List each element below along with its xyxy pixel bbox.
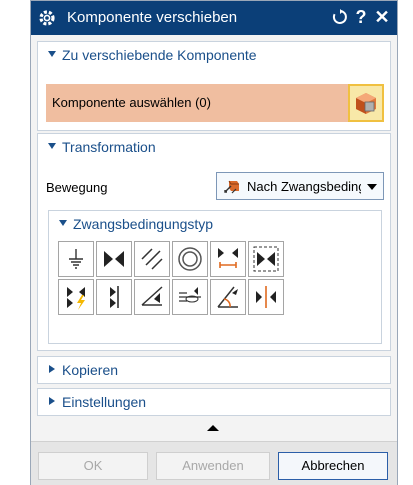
section-settings: Einstellungen xyxy=(37,388,391,416)
concentric-icon xyxy=(104,251,124,267)
chevron-down-icon xyxy=(59,220,67,226)
reset-button[interactable] xyxy=(330,6,350,28)
help-button[interactable]: ? xyxy=(351,6,371,28)
cancel-button[interactable]: Abbrechen xyxy=(278,452,388,480)
gear-icon xyxy=(39,10,55,26)
angle-icon xyxy=(179,287,201,303)
apply-button[interactable]: Anwenden xyxy=(156,452,270,480)
ok-button[interactable]: OK xyxy=(38,452,148,480)
parallel-icon xyxy=(218,248,238,268)
component-select-button[interactable] xyxy=(348,84,384,122)
tool-symmetric[interactable] xyxy=(248,279,284,315)
bond-icon xyxy=(110,286,119,308)
section-label: Zu verschiebende Komponente xyxy=(62,47,257,63)
tool-touch-align[interactable] xyxy=(58,241,94,277)
tool-concentric[interactable] xyxy=(96,241,132,277)
movement-dropdown[interactable]: Nach Zwangsbedingungen xyxy=(216,172,384,200)
chevron-down-icon xyxy=(48,143,56,149)
chevron-down-icon xyxy=(367,184,377,190)
tool-angle[interactable] xyxy=(172,279,208,315)
section-label: Zwangsbedingungstyp xyxy=(73,216,214,232)
movement-label: Bewegung xyxy=(46,180,108,195)
tool-parallel[interactable] xyxy=(210,241,246,277)
dialog-titlebar: Komponente verschieben ? ✕ xyxy=(31,1,397,35)
tool-align-lock[interactable] xyxy=(210,279,246,315)
tool-perpendicular[interactable] xyxy=(248,241,284,277)
tool-bond[interactable] xyxy=(96,279,132,315)
tool-fix[interactable] xyxy=(172,241,208,277)
cube-icon xyxy=(356,93,376,114)
tool-fit[interactable] xyxy=(58,279,94,315)
section-transformation: Transformation Bewegung Nach Zwangsbedin… xyxy=(37,133,391,351)
constraint-move-icon xyxy=(224,180,239,194)
symmetric-icon xyxy=(256,286,276,308)
section-header-constraint-type[interactable]: Zwangsbedingungstyp xyxy=(49,211,381,235)
dialog-title: Komponente verschieben xyxy=(67,9,238,26)
section-label: Kopieren xyxy=(62,362,119,378)
close-button[interactable]: ✕ xyxy=(372,6,392,28)
chevron-down-icon xyxy=(48,51,56,57)
tool-distance[interactable] xyxy=(134,241,170,277)
align-lock-icon xyxy=(217,286,238,308)
section-header-settings[interactable]: Einstellungen xyxy=(38,389,390,415)
center-icon xyxy=(141,286,163,306)
chevron-right-icon xyxy=(49,397,55,405)
fit-icon xyxy=(67,287,85,310)
dialog-footer: OK Anwenden Abbrechen xyxy=(31,441,397,485)
move-component-dialog: Komponente verschieben ? ✕ Zu verschiebe… xyxy=(30,0,398,485)
section-component-to-move: Zu verschiebende Komponente Komponente a… xyxy=(37,41,391,131)
section-label: Transformation xyxy=(62,139,156,155)
select-component-label: Komponente auswählen (0) xyxy=(52,95,211,110)
perpendicular-icon xyxy=(253,246,279,272)
distance-icon xyxy=(141,248,163,270)
section-copy: Kopieren xyxy=(37,356,391,384)
fix-icon xyxy=(178,247,202,271)
collapse-up-icon[interactable] xyxy=(207,425,219,431)
reset-icon xyxy=(332,9,347,24)
tool-center[interactable] xyxy=(134,279,170,315)
select-component-row[interactable]: Komponente auswählen (0) xyxy=(46,84,372,122)
constraint-type-panel: Zwangsbedingungstyp xyxy=(48,210,382,344)
movement-value: Nach Zwangsbedingungen xyxy=(247,179,361,194)
section-label: Einstellungen xyxy=(62,394,147,410)
touch-align-icon xyxy=(69,249,83,269)
section-header-transformation[interactable]: Transformation xyxy=(38,134,390,160)
section-header-copy[interactable]: Kopieren xyxy=(38,357,390,383)
chevron-right-icon xyxy=(49,365,55,373)
section-header-component[interactable]: Zu verschiebende Komponente xyxy=(38,42,390,68)
